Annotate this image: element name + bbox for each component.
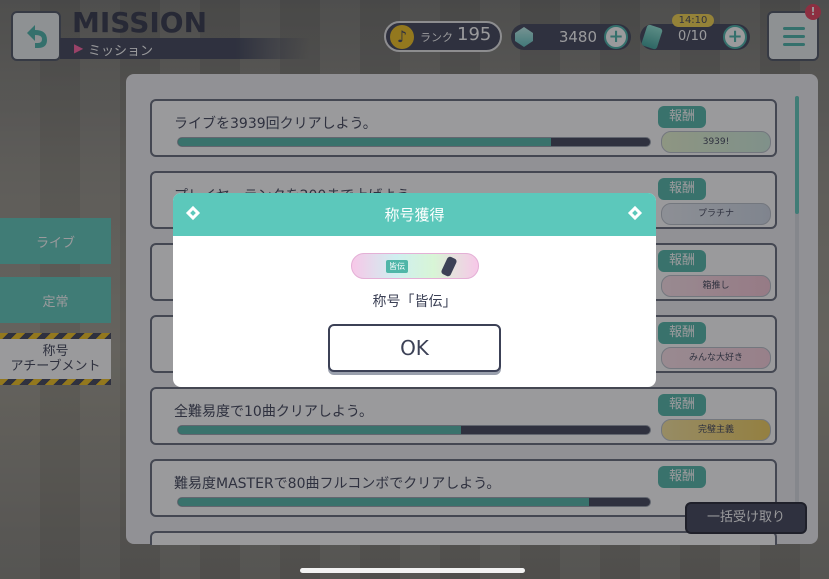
title-acquired-dialog: 称号獲得 皆伝 称号「皆伝」 OK bbox=[173, 193, 656, 387]
bottle-icon bbox=[440, 255, 458, 278]
dialog-title: 称号獲得 bbox=[384, 206, 445, 224]
title-plate: 皆伝 bbox=[351, 253, 479, 279]
title-plate-label: 皆伝 bbox=[386, 260, 408, 273]
ok-button[interactable]: OK bbox=[328, 324, 501, 372]
dialog-message: 称号「皆伝」 bbox=[372, 294, 457, 310]
home-indicator[interactable] bbox=[300, 568, 525, 573]
